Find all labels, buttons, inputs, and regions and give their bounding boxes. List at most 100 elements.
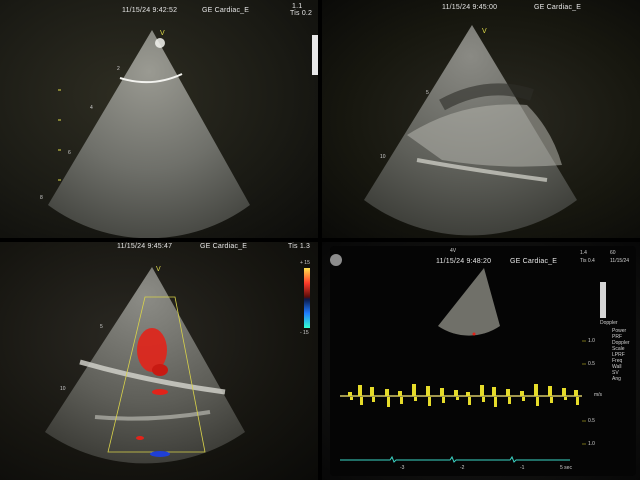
depth-mark: 5 <box>426 90 429 96</box>
flow-blue <box>150 451 170 457</box>
spectral-burst <box>482 397 485 402</box>
sector-1 <box>48 30 250 238</box>
velocity-scale <box>582 340 586 445</box>
ultrasound-panel-3: 11/15/24 9:45:47 GE Cardiac_E Tis 1.3 V … <box>0 242 318 480</box>
spectral-burst <box>548 386 552 396</box>
spectral-burst <box>574 390 578 396</box>
flow-red <box>152 389 168 395</box>
mi-value: 1.1 <box>292 3 303 10</box>
scale-value: 1.0 <box>588 338 595 344</box>
header-preset: GE Cardiac_E <box>534 4 582 11</box>
mini-sector <box>438 268 500 336</box>
depth-mark: 10 <box>60 386 66 392</box>
spectral-burst <box>370 387 374 396</box>
depth-mark: 8 <box>40 195 43 201</box>
time-display: 11/15/24 <box>610 258 630 264</box>
header-time: 11/15/24 9:45:00 <box>442 4 498 11</box>
spectral-burst <box>522 397 525 401</box>
spectral-burst <box>385 389 389 396</box>
depth-mark: 2 <box>117 66 120 72</box>
spectral-burst <box>348 392 352 396</box>
spectral-burst <box>387 397 390 407</box>
spectral-burst <box>564 397 567 400</box>
param: Ang <box>612 376 621 382</box>
spectral-burst <box>350 397 353 400</box>
time-mark: -3 <box>400 465 405 471</box>
header-preset: GE Cardiac_E <box>510 258 558 265</box>
flow-red <box>136 436 144 440</box>
header-time: 11/15/24 9:48:20 <box>436 258 492 265</box>
depth-mark: 10 <box>380 154 386 160</box>
depth-ruler-1 <box>58 89 61 181</box>
sector-image-2 <box>364 25 577 236</box>
scale-value: 1.0 <box>588 441 595 447</box>
ge-logo <box>330 254 342 266</box>
frame-rate: 60 <box>610 250 616 256</box>
spectral-burst <box>520 391 524 396</box>
spectral-burst <box>506 389 510 396</box>
header-time: 11/15/24 9:42:52 <box>122 7 178 14</box>
spectral-burst <box>492 387 496 396</box>
spectral-burst <box>372 397 375 402</box>
spectral-burst <box>576 397 579 405</box>
spectral-burst <box>456 397 459 400</box>
spectral-burst <box>550 397 553 403</box>
scale-value: 0.5 <box>588 361 595 367</box>
depth-mark: 4 <box>90 105 93 111</box>
tis-value: Tis 1.3 <box>288 243 311 250</box>
color-scale-top: + 15 <box>300 260 310 266</box>
sector-image-1 <box>48 30 318 238</box>
spectral-burst <box>440 388 444 396</box>
spectral-burst <box>442 397 445 403</box>
grayscale-bar-4 <box>600 282 606 318</box>
tis-value: Tis 0.4 <box>580 258 595 264</box>
spectral-burst <box>536 397 539 406</box>
sample-volume-marker <box>472 332 476 336</box>
probe-marker: V <box>156 266 161 273</box>
ultrasound-panel-2: 11/15/24 9:45:00 GE Cardiac_E V 5 10 <box>322 0 640 238</box>
color-scale-bottom: - 15 <box>300 330 309 336</box>
probe-marker: V <box>482 28 487 35</box>
spectral-burst <box>468 397 471 405</box>
doppler-params: Power PRF Doppler Scale LPRF Freq Wall S… <box>612 328 630 382</box>
depth-mark: 5 <box>100 324 103 330</box>
spectral-burst <box>534 384 538 396</box>
spectral-burst <box>400 397 403 404</box>
probe-reflection <box>155 38 165 48</box>
spectral-burst <box>562 388 566 396</box>
spectral-burst <box>494 397 497 407</box>
sector-image-3 <box>45 267 310 464</box>
scale-unit: m/s <box>594 392 603 398</box>
spectral-burst <box>360 397 363 405</box>
grayscale-bar-1 <box>312 35 318 75</box>
doppler-label: Doppler <box>600 320 618 326</box>
header-preset: GE Cardiac_E <box>202 7 250 14</box>
spectral-burst <box>508 397 511 404</box>
header-time: 11/15/24 9:45:47 <box>117 243 173 250</box>
spectral-burst <box>358 385 362 396</box>
spectral-burst <box>480 385 484 396</box>
spectral-burst <box>412 384 416 396</box>
spectral-burst <box>398 391 402 396</box>
color-scale-bar <box>304 268 310 328</box>
probe-name: 4V <box>450 248 457 254</box>
tis-value: Tis 0.2 <box>290 10 313 17</box>
scale-value: 0.5 <box>588 418 595 424</box>
time-mark: -2 <box>460 465 465 471</box>
probe-marker: V <box>160 30 165 37</box>
sweep-label: 5 sec <box>560 465 572 471</box>
mi-value: 1.4 <box>580 250 587 256</box>
header-preset: GE Cardiac_E <box>200 243 248 250</box>
monitor-screen: 4V 11/15/24 9:48:20 GE Cardiac_E 1.4 Tis… <box>330 246 636 476</box>
spectral-burst <box>454 390 458 396</box>
ecg-trace <box>340 455 570 463</box>
ultrasound-panel-4: 4V 11/15/24 9:48:20 GE Cardiac_E 1.4 Tis… <box>322 242 640 480</box>
spectral-burst <box>466 392 470 396</box>
depth-mark: 6 <box>68 150 71 156</box>
flow-red <box>152 364 168 376</box>
ultrasound-panel-1: 11/15/24 9:42:52 GE Cardiac_E 1.1 Tis 0.… <box>0 0 318 238</box>
spectral-burst <box>426 386 430 396</box>
spectral-burst <box>428 397 431 406</box>
time-mark: -1 <box>520 465 525 471</box>
spectral-burst <box>414 397 417 401</box>
